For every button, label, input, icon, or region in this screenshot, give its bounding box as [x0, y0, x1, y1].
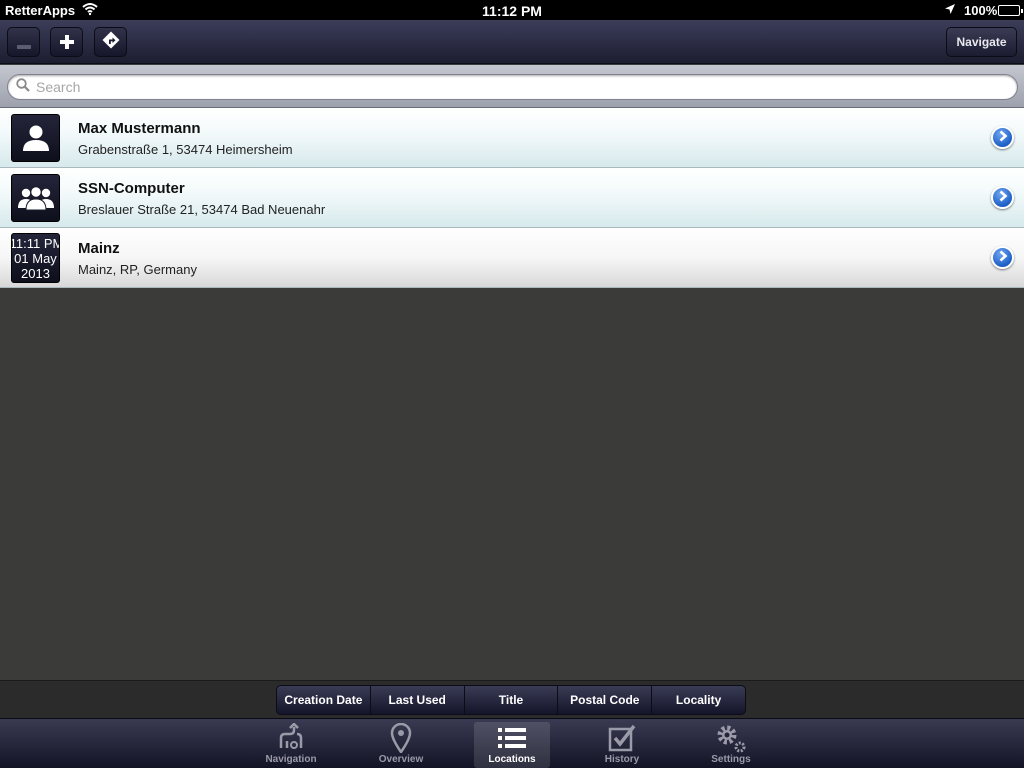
- route-button[interactable]: [94, 27, 127, 57]
- search-input[interactable]: [36, 79, 936, 95]
- tab-label: Overview: [378, 754, 424, 765]
- location-arrow-icon: [944, 3, 956, 18]
- remove-button[interactable]: [7, 27, 40, 57]
- sort-last-used[interactable]: Last Used: [371, 686, 465, 714]
- detail-disclosure-button[interactable]: [991, 246, 1014, 269]
- detail-disclosure-button[interactable]: [991, 126, 1014, 149]
- tab-label: Settings: [711, 754, 751, 765]
- person-icon: [11, 114, 60, 162]
- battery-percent: 100%: [964, 3, 998, 18]
- navigate-button[interactable]: Navigate: [946, 27, 1017, 57]
- navigation-icon: [276, 722, 306, 754]
- sort-locality[interactable]: Locality: [652, 686, 745, 714]
- toolbar: Navigate: [0, 20, 1024, 64]
- group-icon: [11, 174, 60, 222]
- sort-segmented-control: Creation Date Last Used Title Postal Cod…: [276, 685, 746, 715]
- search-icon: [16, 77, 30, 97]
- chevron-right-icon: [998, 189, 1008, 207]
- tab-navigation[interactable]: Navigation: [253, 722, 329, 768]
- chevron-right-icon: [998, 249, 1008, 267]
- minus-icon: [16, 31, 31, 53]
- add-button[interactable]: [50, 27, 83, 57]
- list-item[interactable]: Max Mustermann Grabenstraße 1, 53474 Hei…: [0, 108, 1024, 168]
- tab-label: Navigation: [265, 754, 317, 765]
- date-badge-year: 2013: [21, 266, 50, 281]
- locations-list: Max Mustermann Grabenstraße 1, 53474 Hei…: [0, 108, 1024, 288]
- tab-label: Locations: [488, 754, 536, 765]
- list-icon: [498, 722, 526, 754]
- search-bar: [0, 65, 1024, 108]
- tab-settings[interactable]: Settings: [693, 722, 769, 768]
- location-title: Max Mustermann: [78, 120, 201, 137]
- status-time: 11:12 PM: [482, 3, 542, 19]
- location-address: Mainz, RP, Germany: [78, 262, 197, 277]
- search-field[interactable]: [7, 74, 1018, 100]
- detail-disclosure-button[interactable]: [991, 186, 1014, 209]
- plus-icon: [59, 31, 74, 53]
- date-badge: 11:11 PM 01 May 2013: [11, 233, 60, 283]
- tab-overview[interactable]: Overview: [363, 722, 439, 768]
- route-sign-icon: [102, 31, 120, 53]
- list-item[interactable]: SSN-Computer Breslauer Straße 21, 53474 …: [0, 168, 1024, 228]
- list-item[interactable]: 11:11 PM 01 May 2013 Mainz Mainz, RP, Ge…: [0, 228, 1024, 288]
- chevron-right-icon: [998, 129, 1008, 147]
- sort-postal-code[interactable]: Postal Code: [558, 686, 653, 714]
- sort-creation-date[interactable]: Creation Date: [277, 686, 371, 714]
- tab-history[interactable]: History: [584, 722, 660, 768]
- location-address: Breslauer Straße 21, 53474 Bad Neuenahr: [78, 202, 326, 217]
- map-pin-icon: [390, 722, 412, 754]
- tab-locations[interactable]: Locations: [474, 722, 550, 768]
- location-address: Grabenstraße 1, 53474 Heimersheim: [78, 142, 293, 157]
- gear-icon: [714, 722, 748, 754]
- date-badge-day: 01 May: [14, 251, 57, 266]
- tab-label: History: [604, 754, 640, 765]
- sort-title[interactable]: Title: [465, 686, 559, 714]
- date-badge-time: 11:11 PM: [11, 236, 60, 251]
- sort-bar: Creation Date Last Used Title Postal Cod…: [0, 680, 1024, 718]
- status-bar: RetterApps 11:12 PM 100%: [0, 0, 1024, 20]
- checkbox-icon: [608, 722, 636, 754]
- location-title: Mainz: [78, 240, 120, 257]
- location-title: SSN-Computer: [78, 180, 185, 197]
- battery-icon: [998, 5, 1023, 16]
- tab-bar: Navigation Overview Locations History Se…: [0, 718, 1024, 768]
